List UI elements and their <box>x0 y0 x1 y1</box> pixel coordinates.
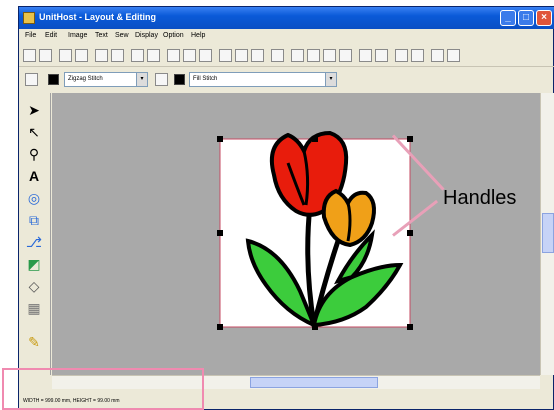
circle-icon[interactable]: ◎ <box>24 189 44 208</box>
handle-bottom-left[interactable] <box>217 324 223 330</box>
zoom-icon[interactable]: ⚲ <box>24 145 44 164</box>
rotate-icon[interactable] <box>251 49 264 62</box>
image-icon[interactable] <box>291 49 304 62</box>
menu-display[interactable]: Display <box>135 32 158 39</box>
transfer-icon[interactable] <box>111 49 124 62</box>
import-icon[interactable] <box>59 49 72 62</box>
handle-bottom-right[interactable] <box>407 324 413 330</box>
export-icon[interactable] <box>75 49 88 62</box>
mirror-horizontal-icon[interactable] <box>219 49 232 62</box>
main-toolbar <box>19 45 554 67</box>
vertical-scrollbar[interactable] <box>540 93 554 375</box>
line-sew-icon[interactable] <box>25 73 38 86</box>
app-icon <box>23 12 35 24</box>
about-icon[interactable] <box>447 49 460 62</box>
mirror-vertical-icon[interactable] <box>235 49 248 62</box>
save-icon[interactable] <box>95 49 108 62</box>
select-arrow-icon[interactable]: ➤ <box>24 101 44 120</box>
open-file-icon[interactable] <box>39 49 52 62</box>
menu-sew[interactable]: Sew <box>115 32 129 39</box>
menu-text[interactable]: Text <box>95 32 108 39</box>
fill-color-swatch[interactable] <box>174 74 185 85</box>
handle-middle-left[interactable] <box>217 230 223 236</box>
fill-icon[interactable]: ◩ <box>24 255 44 274</box>
menu-file[interactable]: File <box>25 32 36 39</box>
handles-label: Handles <box>443 187 517 209</box>
text-icon[interactable]: A <box>24 167 44 186</box>
eraser-icon[interactable]: ◇ <box>24 277 44 296</box>
title-bar: UnitHost - Layout & Editing _ □ × <box>19 7 554 29</box>
region-sew-icon[interactable] <box>155 73 168 86</box>
point-edit-icon[interactable]: ↖ <box>24 123 44 142</box>
handle-top-left[interactable] <box>217 136 223 142</box>
handle-top-middle[interactable] <box>312 136 318 142</box>
menu-bar: File Edit Image Text Sew Display Option … <box>19 29 554 43</box>
rectangle-icon[interactable]: ⧉ <box>24 211 44 230</box>
preview-icon[interactable] <box>359 49 372 62</box>
color-icon[interactable] <box>411 49 424 62</box>
copy-icon[interactable] <box>183 49 196 62</box>
zoom-out-icon[interactable] <box>339 49 352 62</box>
line-style-select[interactable]: Zigzag Stitch ▾ <box>64 72 148 87</box>
align-icon[interactable] <box>307 49 320 62</box>
grid-icon[interactable] <box>323 49 336 62</box>
status-highlight-box <box>2 368 204 410</box>
window-title: UnitHost - Layout & Editing <box>39 12 156 22</box>
canvas-svg <box>217 130 413 330</box>
new-file-icon[interactable] <box>23 49 36 62</box>
cut-icon[interactable] <box>167 49 180 62</box>
stitch-toolbar: Zigzag Stitch ▾ Fill Stitch ▾ <box>19 69 554 91</box>
chevron-down-icon[interactable]: ▾ <box>136 73 147 86</box>
line-color-swatch[interactable] <box>48 74 59 85</box>
fill-style-select[interactable]: Fill Stitch ▾ <box>189 72 337 87</box>
paste-icon[interactable] <box>199 49 212 62</box>
line-style-value: Zigzag Stitch <box>68 76 103 82</box>
minimize-button[interactable]: _ <box>500 10 516 26</box>
design-canvas[interactable] <box>52 93 540 375</box>
fill-style-value: Fill Stitch <box>193 76 218 82</box>
redo-icon[interactable] <box>147 49 160 62</box>
maximize-button[interactable]: □ <box>518 10 534 26</box>
menu-help[interactable]: Help <box>191 32 205 39</box>
pencil-icon[interactable]: ✎ <box>24 333 44 352</box>
wand-icon[interactable] <box>271 49 284 62</box>
tool-palette: ➤ ↖ ⚲ A ◎ ⧉ ⎇ ◩ ◇ ▦ ✎ <box>19 93 51 375</box>
horizontal-scroll-thumb[interactable] <box>250 377 378 388</box>
undo-icon[interactable] <box>131 49 144 62</box>
handle-bottom-middle[interactable] <box>312 324 318 330</box>
handle-top-right[interactable] <box>407 136 413 142</box>
vertical-scroll-thumb[interactable] <box>542 213 554 253</box>
ruler-icon[interactable]: ▦ <box>24 299 44 318</box>
stitch-sim-icon[interactable] <box>375 49 388 62</box>
properties-icon[interactable] <box>395 49 408 62</box>
chevron-down-icon[interactable]: ▾ <box>325 73 336 86</box>
close-button[interactable]: × <box>536 10 552 26</box>
help-icon[interactable] <box>431 49 444 62</box>
stitch-icon[interactable]: ⎇ <box>24 233 44 252</box>
menu-image[interactable]: Image <box>68 32 87 39</box>
menu-edit[interactable]: Edit <box>45 32 57 39</box>
menu-option[interactable]: Option <box>163 32 184 39</box>
handle-middle-right[interactable] <box>407 230 413 236</box>
